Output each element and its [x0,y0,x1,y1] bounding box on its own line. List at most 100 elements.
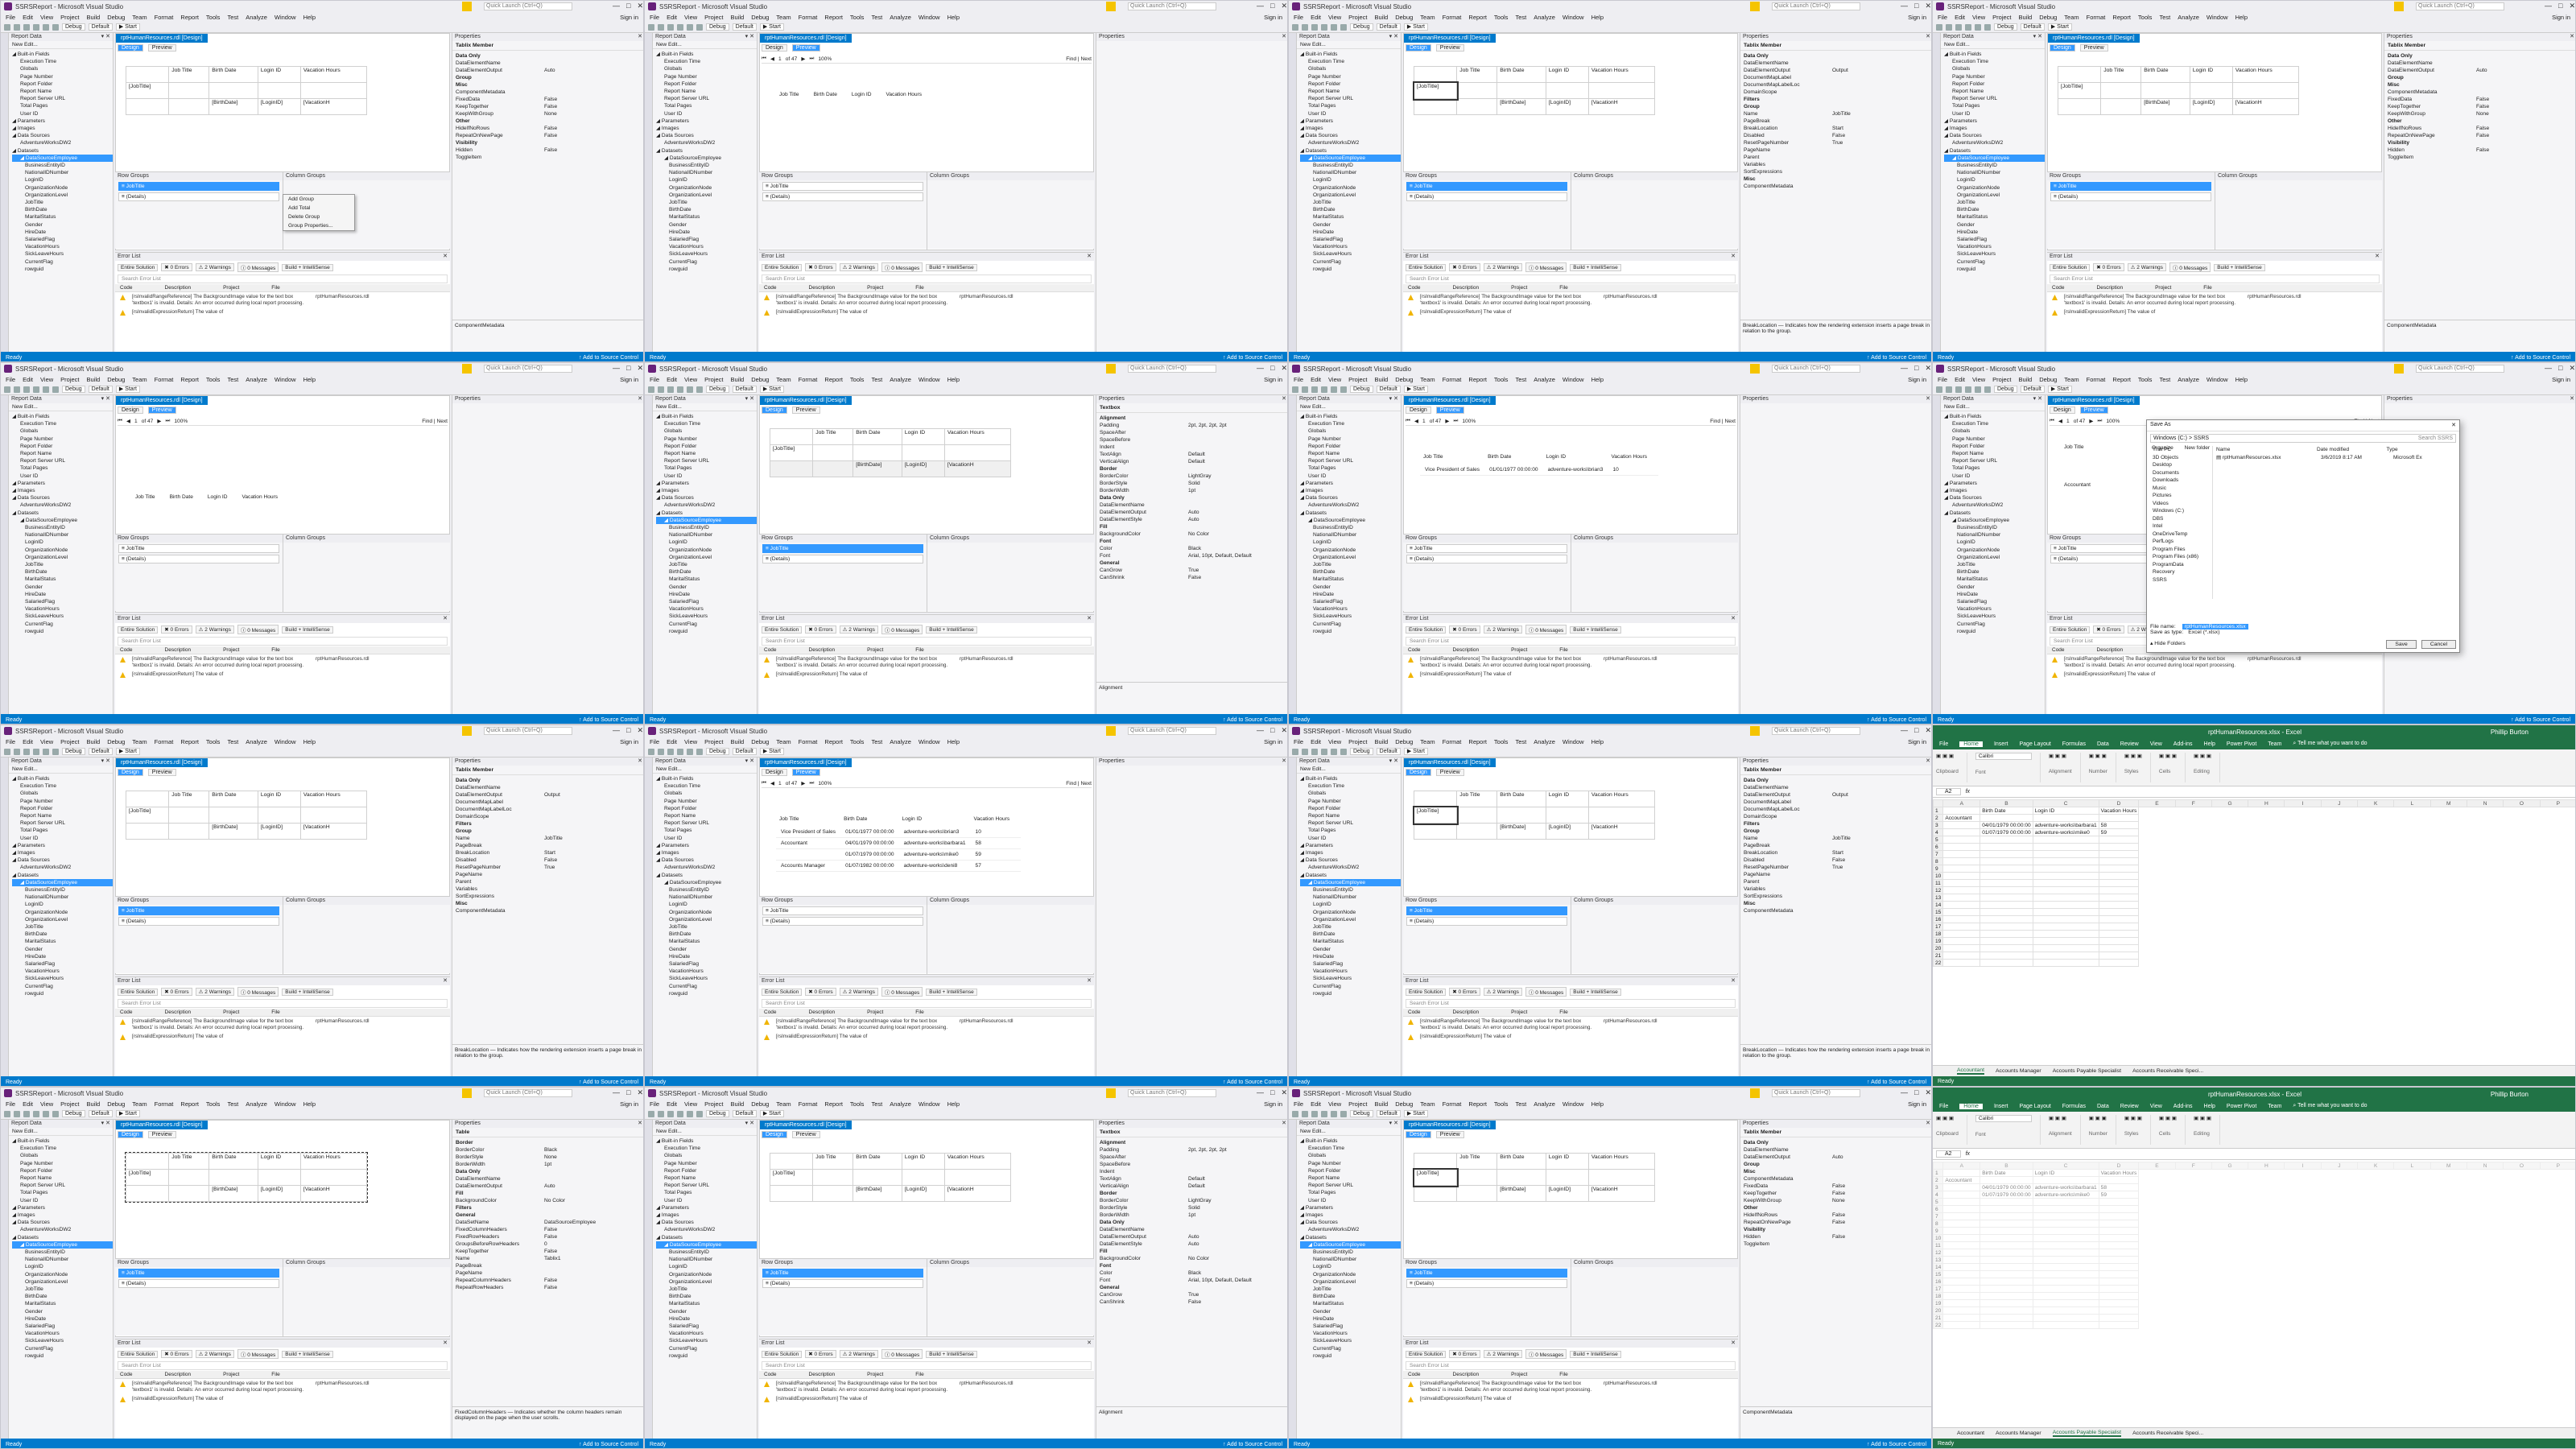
savetype-dropdown[interactable]: Excel (*.xlsx) [2188,630,2219,635]
property-row[interactable]: BorderWidth 1pt [456,1161,642,1168]
menu-item-help[interactable]: Help [1591,376,1604,383]
tree-node[interactable]: AdventureWorksDW2 [1300,1226,1401,1233]
close-icon[interactable]: ✕ [638,395,642,403]
group-item-jobtitle[interactable]: ≡ JobTitle [1406,906,1567,915]
start-button[interactable]: ▶ Start [115,748,140,755]
pin-icon[interactable]: ▾ ✕ [1389,395,1398,403]
menu-item-report[interactable]: Report [824,376,843,383]
sheet-cell[interactable] [1979,1299,2033,1307]
tree-node[interactable]: BirthDate [656,206,757,213]
error-row[interactable]: [rsInvalidExpressionReturn] The value of [1403,1032,1738,1042]
tree-node[interactable]: SickLeaveHours [1300,613,1401,620]
menu-item-team[interactable]: Team [776,738,791,745]
menu-item-file[interactable]: File [650,738,659,745]
tab-design[interactable]: Design [1406,769,1431,776]
tree-node[interactable]: ◢ Datasets [1944,147,2045,155]
tree-node[interactable]: ◢ Datasets [12,1234,113,1241]
document-tab[interactable]: rptHumanResources.rdl [Design] [1404,34,1496,43]
group-item-details[interactable]: ≡ (Details) [1406,555,1567,564]
property-row[interactable]: PageBreak [456,842,642,849]
row-number[interactable]: 9 [1933,865,1944,873]
property-row[interactable]: Disabled False [1744,132,1930,139]
platform-dropdown[interactable]: Default [1376,386,1401,393]
menu-item-test[interactable]: Test [871,738,882,745]
property-row[interactable]: DataElementOutput Output [1744,67,1930,74]
error-scope-dropdown[interactable]: Entire Solution [1406,625,1447,634]
menu-item-build[interactable]: Build [2019,14,2033,21]
first-page-button[interactable]: ⏮ [762,780,766,786]
build-filter-dropdown[interactable]: Build + IntelliSense [1570,263,1621,271]
tablix-header-cell[interactable]: Login ID [1545,66,1589,83]
property-row[interactable]: Data Only [2388,52,2574,60]
error-column-header[interactable]: File [271,285,279,291]
toolbar-button-icon[interactable] [677,1110,683,1117]
tree-node[interactable]: VacationHours [1300,968,1401,975]
menu-item-team[interactable]: Team [132,1100,147,1108]
pin-icon[interactable]: ▾ ✕ [745,395,754,403]
error-column-header[interactable]: Code [2052,647,2065,653]
tablix-empty-cell[interactable] [812,444,854,461]
tree-node[interactable]: Globals [1300,1152,1401,1159]
tree-node[interactable]: ◢ Built-in Fields [1944,51,2045,58]
close-icon[interactable]: ✕ [1926,395,1930,403]
group-item-details[interactable]: ≡ (Details) [118,1279,279,1288]
tree-node[interactable]: BusinessEntityID [12,162,113,169]
menu-item-team[interactable]: Team [1420,1100,1435,1108]
error-row[interactable]: [rsInvalidRangeReference] The Background… [115,292,450,308]
first-page-button[interactable]: ⏮ [2050,418,2054,424]
property-value[interactable] [1188,415,1286,422]
tablix-header-cell[interactable]: Vacation Hours [2231,66,2300,83]
tree-node[interactable]: Execution Time [656,782,757,790]
menu-item-test[interactable]: Test [1515,14,1526,21]
tree-node[interactable]: OrganizationNode [1300,1271,1401,1278]
tree-node[interactable]: ◢ Parameters [12,480,113,487]
menu-item-help[interactable]: Help [1591,738,1604,745]
tablix-empty-cell[interactable] [2057,98,2102,115]
error-row[interactable]: [rsInvalidExpressionReturn] The value of [759,308,1094,317]
tree-node[interactable]: HireDate [1300,591,1401,598]
document-tab[interactable]: rptHumanResources.rdl [Design] [1404,396,1496,405]
sheet-cell[interactable] [2098,1278,2140,1286]
close-icon[interactable]: ✕ [443,977,448,985]
property-row[interactable]: Other [2388,118,2574,125]
report-data-toolbar[interactable]: New Edit... [1297,1128,1401,1136]
tree-node[interactable]: ◢ DataSourceEmployee [1944,154,2045,163]
property-row[interactable]: DataElementOutput Auto [1744,1154,1930,1161]
error-row[interactable]: [rsInvalidExpressionReturn] The value of [115,1394,450,1404]
tablix-empty-cell[interactable] [299,1169,368,1186]
error-column-header[interactable]: File [1559,647,1567,653]
menu-item-tools[interactable]: Tools [206,1100,221,1108]
property-value[interactable] [1832,1241,1930,1248]
tree-node[interactable]: BirthDate [656,1293,757,1300]
toolbar-button-icon[interactable] [1331,386,1337,393]
property-row[interactable]: KeepTogether False [456,103,642,110]
close-icon[interactable]: ✕ [1282,395,1286,403]
messages-filter-button[interactable]: ⓘ 0 Messages [881,1349,923,1359]
tree-node[interactable]: Report Name [12,812,113,819]
tree-node[interactable]: Execution Time [1300,420,1401,427]
find-controls[interactable]: Find | Next [1066,781,1092,786]
tablix-header-cell[interactable]: Login ID [1545,791,1589,807]
sheet-cell[interactable] [2032,894,2099,902]
row-number[interactable]: 19 [1933,937,1944,945]
row-number[interactable]: 6 [1933,843,1944,851]
tablix-jobtitle-cell[interactable]: [JobTitle] [125,807,170,824]
error-column-header[interactable]: Project [223,1009,239,1015]
property-value[interactable] [1188,465,1286,473]
sheet-cell[interactable] [2032,1176,2099,1184]
errors-filter-button[interactable]: ✖ 0 Errors [1449,988,1480,996]
tree-node[interactable]: User ID [1300,1197,1401,1204]
property-row[interactable]: Visibility [456,139,642,147]
property-value[interactable]: No Color [544,1197,642,1204]
property-row[interactable]: BorderColor LightGray [1100,473,1286,480]
menu-item-report[interactable]: Report [824,738,843,745]
configuration-dropdown[interactable]: Debug [706,1110,729,1117]
messages-filter-button[interactable]: ⓘ 0 Messages [237,625,279,634]
tree-node[interactable]: MaritalStatus [656,213,757,221]
row-number[interactable]: 19 [1933,1299,1944,1307]
property-row[interactable]: DataElementStyle Auto [1100,1241,1286,1248]
last-page-button[interactable]: ⏭ [1453,418,1458,424]
configuration-dropdown[interactable]: Debug [1350,1110,1373,1117]
menu-item-file[interactable]: File [6,14,15,21]
document-tab[interactable]: rptHumanResources.rdl [Design] [2048,396,2140,405]
